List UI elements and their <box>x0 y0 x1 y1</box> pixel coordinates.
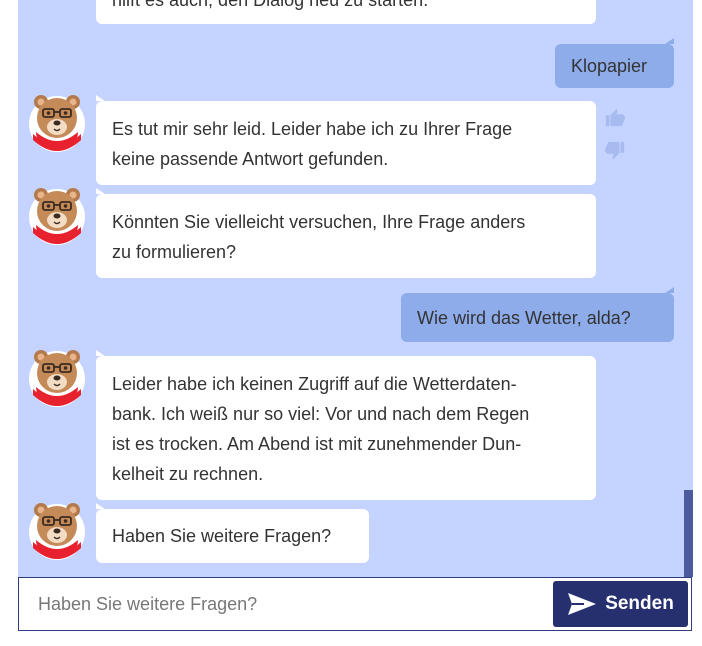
thumbs-up-icon[interactable] <box>604 106 626 128</box>
message-line: ist es trocken. Am Abend ist mit zunehme… <box>112 434 522 454</box>
message-line: bank. Ich weiß nur so viel: Vor und nach… <box>112 404 530 424</box>
bot-message: Haben Sie weitere Fragen? <box>96 503 369 563</box>
bear-avatar-icon <box>28 183 86 247</box>
bear-avatar-icon <box>28 90 86 154</box>
thumbs-down-icon[interactable] <box>604 140 626 162</box>
bot-message: Es tut mir sehr leid. Leider habe ich zu… <box>96 95 596 185</box>
bot-message: hilft es auch, den Dialog neu zu starten… <box>96 0 596 24</box>
message-text: Klopapier <box>571 56 648 76</box>
message-line: keine passende Antwort gefunden. <box>112 149 389 169</box>
message-text: Haben Sie weitere Fragen? <box>112 526 332 546</box>
user-message: Klopapier <box>555 38 674 88</box>
chat-scrollbar[interactable] <box>684 490 693 577</box>
bear-avatar-icon <box>28 498 86 562</box>
chat-window[interactable]: hilft es auch, den Dialog neu zu starten… <box>18 0 693 577</box>
bot-message: Könnten Sie vielleicht versuchen, Ihre F… <box>96 188 596 278</box>
send-button[interactable]: Senden <box>553 581 688 627</box>
message-line: kelheit zu rechnen. <box>112 464 264 484</box>
bot-message: Leider habe ich keinen Zugriff auf die W… <box>96 350 596 500</box>
message-line: Leider habe ich keinen Zugriff auf die W… <box>112 374 517 394</box>
send-icon <box>568 593 597 615</box>
message-text: hilft es auch, den Dialog neu zu starten… <box>112 0 429 10</box>
message-input[interactable] <box>19 578 551 630</box>
user-message: Wie wird das Wetter, alda? <box>401 287 674 342</box>
bear-avatar-icon <box>28 345 86 409</box>
send-button-label: Senden <box>605 593 674 614</box>
message-text: Wie wird das Wetter, alda? <box>417 308 631 328</box>
message-line: zu formulieren? <box>112 242 237 262</box>
message-line: Könnten Sie vielleicht versuchen, Ihre F… <box>112 212 526 232</box>
message-composer: Senden <box>18 577 692 631</box>
message-line: Es tut mir sehr leid. Leider habe ich zu… <box>112 119 513 139</box>
